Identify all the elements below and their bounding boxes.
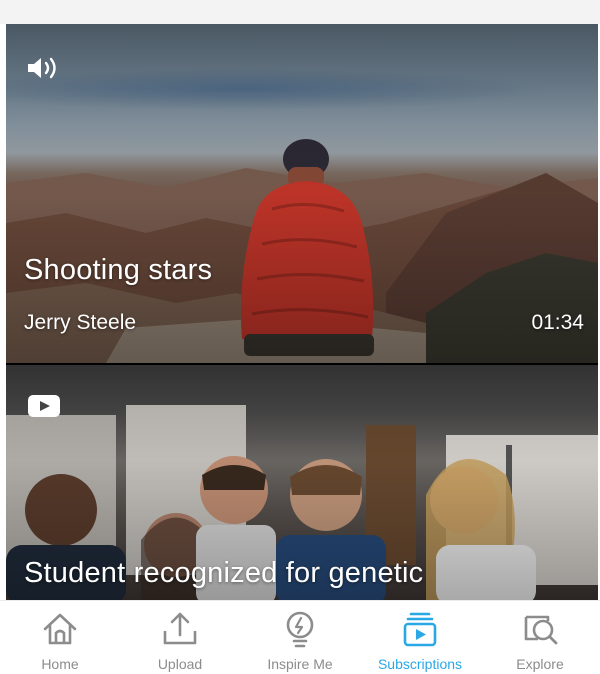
sound-icon[interactable] <box>26 56 62 80</box>
video-title[interactable]: Student recognized for genetic <box>24 557 423 590</box>
tab-upload[interactable]: Upload <box>120 601 240 672</box>
tab-explore[interactable]: Explore <box>480 601 600 672</box>
tab-label: Explore <box>516 656 564 672</box>
tab-label: Subscriptions <box>377 656 463 672</box>
tab-label: Inspire Me <box>267 656 333 672</box>
subscriptions-icon <box>403 612 437 647</box>
top-strip <box>0 0 600 24</box>
upload-icon <box>163 612 197 645</box>
bottom-tab-bar: Home Upload Inspire Me Subscriptions Exp… <box>0 600 600 674</box>
tab-subscriptions[interactable]: Subscriptions <box>360 601 480 672</box>
video-card[interactable]: Shooting stars Jerry Steele 01:34 <box>6 24 598 363</box>
video-card[interactable]: Student recognized for genetic <box>6 365 598 600</box>
video-feed[interactable]: Shooting stars Jerry Steele 01:34 Studen… <box>6 24 598 600</box>
home-icon <box>43 613 77 645</box>
explore-search-icon <box>524 615 558 645</box>
tab-label: Home <box>41 656 79 672</box>
tab-home[interactable]: Home <box>0 601 120 672</box>
video-author[interactable]: Jerry Steele <box>24 311 136 335</box>
tab-inspire-me[interactable]: Inspire Me <box>240 601 360 672</box>
video-title[interactable]: Shooting stars <box>24 254 212 287</box>
youtube-icon[interactable] <box>28 395 60 417</box>
tab-label: Upload <box>157 656 203 672</box>
lightbulb-icon <box>286 611 314 648</box>
video-duration: 01:34 <box>531 311 584 334</box>
